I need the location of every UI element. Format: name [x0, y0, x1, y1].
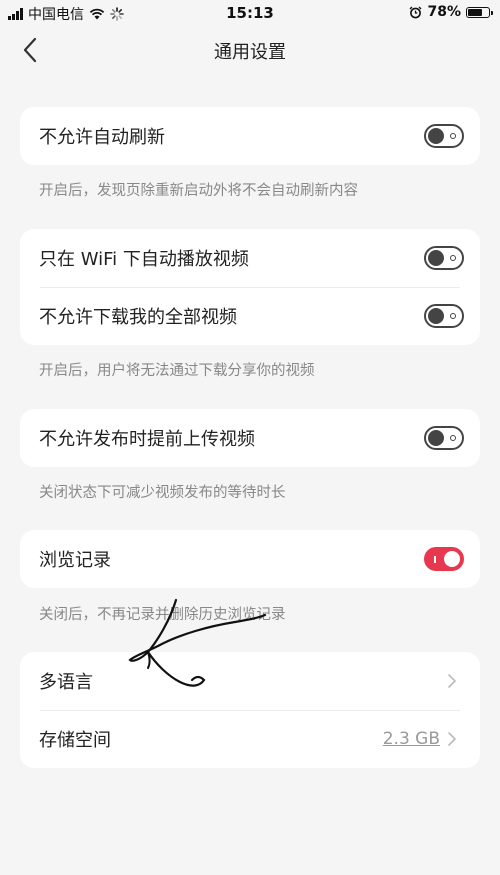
nav-bar: 通用设置	[0, 26, 500, 76]
setting-row-no-auto-refresh: 不允许自动刷新	[20, 107, 480, 165]
toggle-no-download[interactable]	[424, 304, 464, 328]
toggle-off-mark-icon	[450, 255, 456, 261]
section-auto-refresh: 不允许自动刷新	[20, 107, 480, 165]
section-misc: 多语言 存储空间 2.3 GB	[20, 652, 480, 768]
toggle-on-mark-icon	[434, 556, 436, 563]
toggle-knob	[428, 430, 444, 446]
setting-row-no-preupload: 不允许发布时提前上传视频	[20, 409, 480, 467]
page-title: 通用设置	[214, 42, 286, 63]
toggle-off-mark-icon	[450, 313, 456, 319]
section-video: 只在 WiFi 下自动播放视频 不允许下载我的全部视频	[20, 229, 480, 345]
note-auto-refresh: 开启后，发现页除重新启动外将不会自动刷新内容	[39, 183, 358, 199]
toggle-off-mark-icon	[450, 133, 456, 139]
setting-row-language[interactable]: 多语言	[20, 652, 480, 710]
status-bar: 中国电信 15:13 78%	[0, 0, 500, 26]
section-upload: 不允许发布时提前上传视频	[20, 409, 480, 467]
battery-level	[468, 8, 483, 16]
status-right: 78%	[409, 4, 493, 20]
setting-label: 不允许发布时提前上传视频	[39, 429, 255, 450]
toggle-knob	[428, 250, 444, 266]
alarm-clock-icon	[409, 6, 422, 18]
storage-size-value: 2.3 GB	[382, 729, 440, 749]
note-upload: 关闭状态下可减少视频发布的等待时长	[39, 485, 286, 501]
toggle-wifi-autoplay[interactable]	[424, 246, 464, 270]
setting-label: 多语言	[39, 672, 93, 693]
setting-label: 浏览记录	[39, 550, 111, 571]
toggle-knob	[428, 128, 444, 144]
toggle-off-mark-icon	[450, 435, 456, 441]
toggle-no-preupload[interactable]	[424, 426, 464, 450]
chevron-right-icon	[448, 674, 456, 688]
toggle-no-auto-refresh[interactable]	[424, 124, 464, 148]
setting-label: 存储空间	[39, 730, 111, 751]
battery-percent: 78%	[427, 4, 461, 20]
section-history: 浏览记录	[20, 530, 480, 588]
setting-label: 不允许下载我的全部视频	[39, 307, 237, 328]
battery-icon	[466, 6, 493, 18]
setting-row-storage[interactable]: 存储空间 2.3 GB	[20, 710, 480, 768]
setting-row-browse-history: 浏览记录	[20, 530, 480, 588]
note-history: 关闭后，不再记录并删除历史浏览记录	[39, 607, 286, 623]
note-video: 开启后，用户将无法通过下载分享你的视频	[39, 363, 315, 379]
toggle-browse-history[interactable]	[424, 547, 464, 571]
setting-label: 只在 WiFi 下自动播放视频	[39, 249, 249, 270]
toggle-knob	[444, 551, 460, 567]
setting-label: 不允许自动刷新	[39, 127, 165, 148]
toggle-knob	[428, 308, 444, 324]
setting-row-no-download: 不允许下载我的全部视频	[20, 287, 480, 345]
setting-row-wifi-autoplay: 只在 WiFi 下自动播放视频	[20, 229, 480, 287]
chevron-right-icon	[448, 732, 456, 746]
